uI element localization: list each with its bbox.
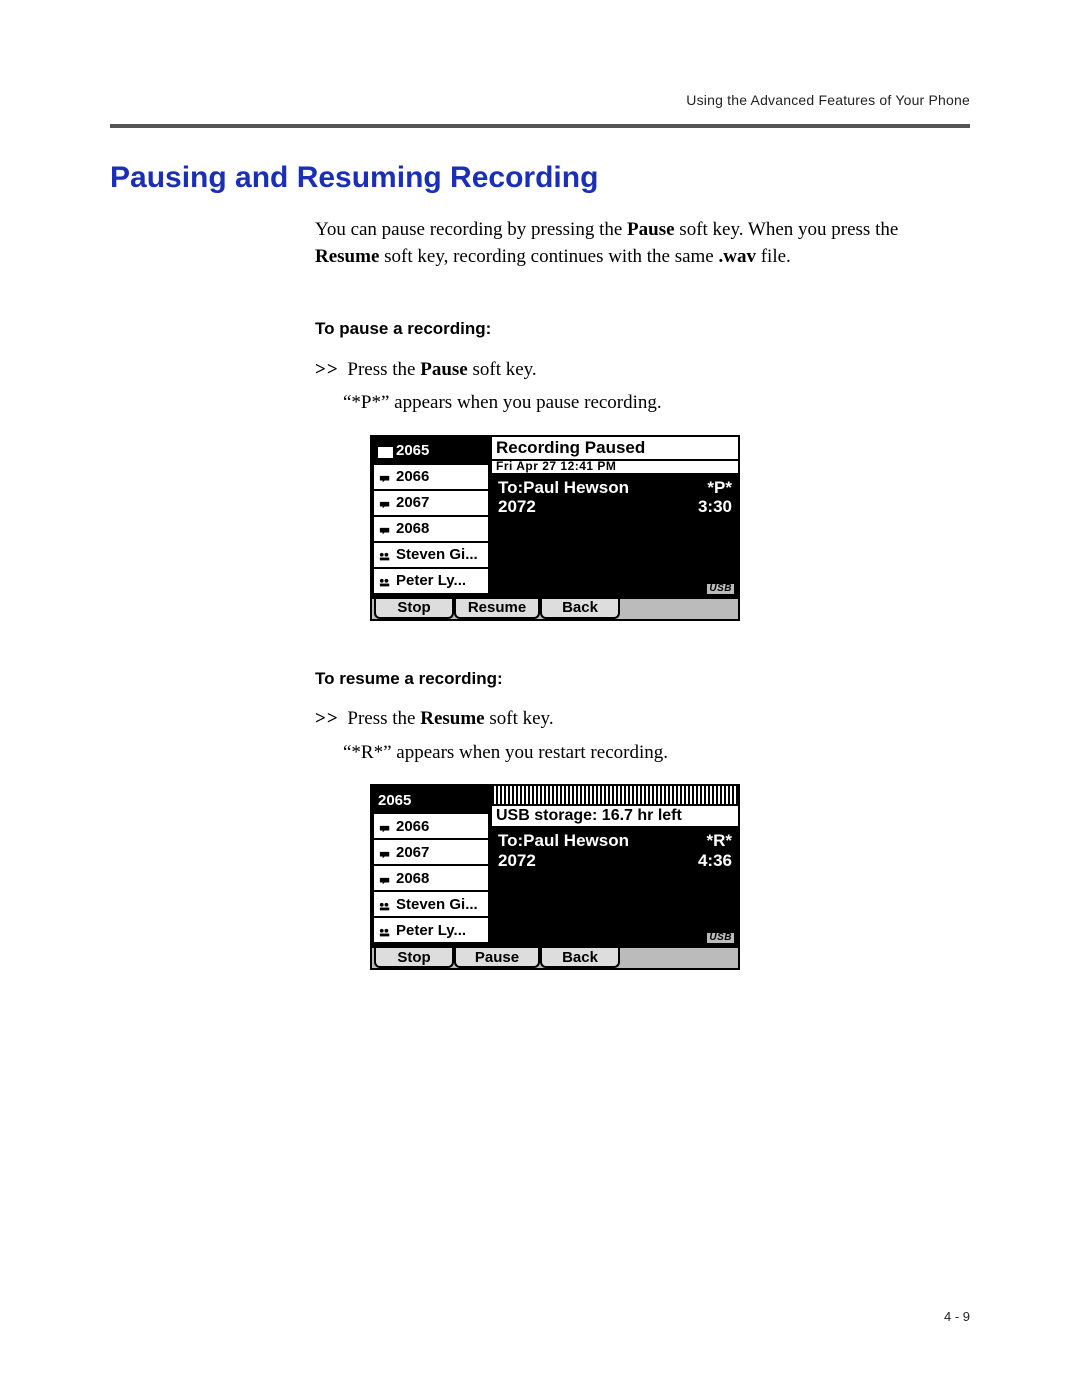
line-label: 2067 xyxy=(396,494,429,511)
phone-icon xyxy=(378,523,393,534)
line-row: 2065 xyxy=(372,786,490,814)
call-duration: 4:36 xyxy=(698,851,732,871)
softkey-back[interactable]: Back xyxy=(540,599,620,619)
text: Press the xyxy=(347,359,420,380)
usb-badge: USB xyxy=(707,933,734,943)
call-duration: 3:30 xyxy=(698,497,732,517)
running-header: Using the Advanced Features of Your Phon… xyxy=(110,90,970,110)
hd-icon: HD xyxy=(378,445,393,456)
text: Press the xyxy=(347,708,420,729)
phone-call-panel: To:Paul Hewson *R* 2072 4:36 USB xyxy=(492,828,738,944)
phone-screenshot-paused: HD 2065 2066 2067 206 xyxy=(370,435,740,621)
softkey-row: Stop Resume Back xyxy=(372,597,738,619)
softkey-stop[interactable]: Stop xyxy=(374,599,454,619)
line-row: Peter Ly... xyxy=(372,918,490,944)
step-marker: >> xyxy=(315,708,339,729)
text-bold: .wav xyxy=(719,246,756,267)
header-rule xyxy=(110,124,970,128)
phone-icon xyxy=(378,873,393,884)
phone-screenshot-resumed: 2065 2066 2067 2068 xyxy=(370,784,740,970)
phone-icon xyxy=(378,471,393,482)
svg-text:HD: HD xyxy=(379,448,391,458)
text: soft key. When you press the xyxy=(675,219,899,240)
text: soft key, recording continues with the s… xyxy=(379,246,718,267)
softkey-pause[interactable]: Pause xyxy=(454,948,540,968)
call-number: 2072 xyxy=(498,851,536,871)
line-row: 2068 xyxy=(372,517,490,543)
text-bold: Resume xyxy=(420,708,484,729)
line-row: 2067 xyxy=(372,491,490,517)
softkey-back[interactable]: Back xyxy=(540,948,620,968)
subheading-resume: To resume a recording: xyxy=(315,667,905,692)
line-label: Steven Gi... xyxy=(396,896,478,913)
subheading-pause: To pause a recording: xyxy=(315,317,905,342)
section-title: Pausing and Resuming Recording xyxy=(110,156,970,200)
buddy-icon xyxy=(378,575,393,586)
buddy-icon xyxy=(378,925,393,936)
line-label: 2065 xyxy=(378,792,411,809)
call-number: 2072 xyxy=(498,497,536,517)
line-row: 2066 xyxy=(372,814,490,840)
line-row: Steven Gi... xyxy=(372,892,490,918)
line-label: Peter Ly... xyxy=(396,572,466,589)
phone-title: Recording Paused xyxy=(492,437,738,461)
line-label: 2068 xyxy=(396,870,429,887)
call-to: To:Paul Hewson xyxy=(498,831,629,851)
line-label: Peter Ly... xyxy=(396,922,466,939)
recording-indicator: *R* xyxy=(706,831,732,851)
phone-icon xyxy=(378,497,393,508)
line-row: Peter Ly... xyxy=(372,569,490,595)
step-line: >> Press the Resume soft key. xyxy=(315,705,905,733)
line-row: Steven Gi... xyxy=(372,543,490,569)
step-line: >> Press the Pause soft key. xyxy=(315,356,905,384)
text: file. xyxy=(756,246,791,267)
softkey-row: Stop Pause Back xyxy=(372,946,738,968)
line-row: 2068 xyxy=(372,866,490,892)
text: soft key. xyxy=(468,359,537,380)
line-label: 2065 xyxy=(396,442,429,459)
line-label: 2067 xyxy=(396,844,429,861)
line-label: 2066 xyxy=(396,468,429,485)
phone-subtitle: Fri Apr 27 12:41 PM xyxy=(492,461,738,475)
usb-badge: USB xyxy=(707,584,734,594)
phone-usb-storage: USB storage: 16.7 hr left xyxy=(492,806,738,828)
recording-indicator: *P* xyxy=(707,478,732,498)
text: soft key. xyxy=(485,708,554,729)
softkey-stop[interactable]: Stop xyxy=(374,948,454,968)
buddy-icon xyxy=(378,549,393,560)
line-row: 2067 xyxy=(372,840,490,866)
text-bold: Pause xyxy=(420,359,468,380)
result-line: “*P*” appears when you pause recording. xyxy=(343,389,905,417)
line-label: 2066 xyxy=(396,818,429,835)
phone-icon xyxy=(378,847,393,858)
buddy-icon xyxy=(378,899,393,910)
line-label: Steven Gi... xyxy=(396,546,478,563)
phone-icon xyxy=(378,821,393,832)
line-row: 2066 xyxy=(372,465,490,491)
phone-call-panel: To:Paul Hewson *P* 2072 3:30 USB xyxy=(492,475,738,595)
result-line: “*R*” appears when you restart recording… xyxy=(343,739,905,767)
text-bold: Pause xyxy=(627,219,675,240)
page-number: 4 - 9 xyxy=(944,1308,970,1327)
intro-paragraph: You can pause recording by pressing the … xyxy=(315,216,905,271)
phone-line-list: HD 2065 2066 2067 206 xyxy=(372,437,492,595)
softkey-resume[interactable]: Resume xyxy=(454,599,540,619)
line-label: 2068 xyxy=(396,520,429,537)
call-to: To:Paul Hewson xyxy=(498,478,629,498)
phone-line-list: 2065 2066 2067 2068 xyxy=(372,786,492,944)
text-bold: Resume xyxy=(315,246,379,267)
text: You can pause recording by pressing the xyxy=(315,219,627,240)
step-marker: >> xyxy=(315,359,339,380)
phone-title-hash xyxy=(492,786,738,806)
line-row: HD 2065 xyxy=(372,437,490,465)
